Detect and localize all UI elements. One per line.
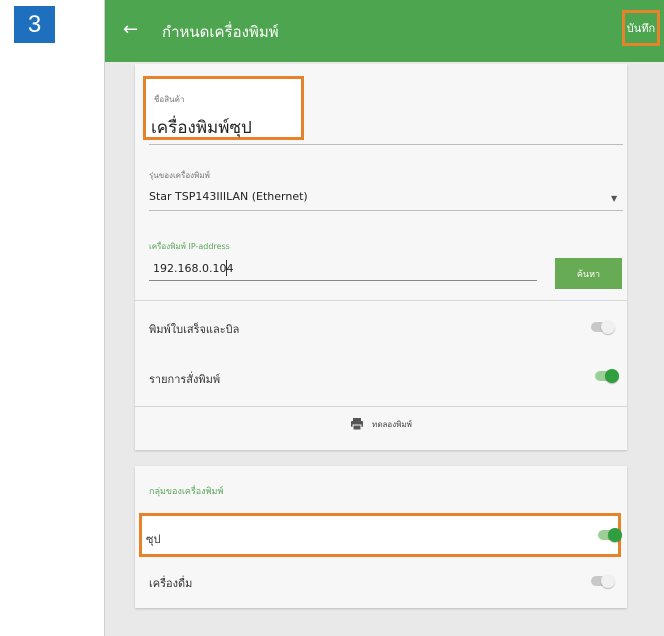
- text-cursor: [226, 260, 227, 276]
- switch-knob: [601, 320, 615, 334]
- group-soup-switch[interactable]: [598, 528, 622, 542]
- group-item-soup[interactable]: ซุป: [139, 513, 622, 557]
- search-button[interactable]: ค้นหา: [555, 258, 622, 289]
- product-name-label: ชื่อสินค้า: [154, 95, 185, 104]
- group-drinks-switch[interactable]: [591, 574, 615, 588]
- printer-model-label: รุ่นของเครื่องพิมพ์: [149, 171, 210, 180]
- group-item-drinks-label: เครื่องดื่ม: [149, 577, 193, 590]
- ip-address-input[interactable]: 192.168.0.104: [153, 262, 233, 275]
- switch-knob: [601, 574, 615, 588]
- ip-address-underline: [149, 280, 537, 281]
- save-button[interactable]: บันทึก: [622, 10, 660, 46]
- test-print-label: ทดลองพิมพ์: [372, 419, 412, 429]
- app-screen: ← กำหนดเครื่องพิมพ์ บันทึก ชื่อสินค้า เค…: [104, 0, 664, 636]
- app-bar: ← กำหนดเครื่องพิมพ์ บันทึก: [105, 0, 664, 62]
- order-toggle-label: รายการสั่งพิมพ์: [149, 373, 221, 386]
- receipt-toggle-label: พิมพ์ใบเสร็จและบิล: [149, 323, 240, 336]
- printer-model-select[interactable]: Star TSP143IIILAN (Ethernet): [149, 190, 308, 203]
- arrow-left-icon[interactable]: ←: [123, 18, 138, 42]
- printer-settings-card: ชื่อสินค้า เครื่องพิมพ์ซุป รุ่นของเครื่อ…: [135, 64, 627, 450]
- printer-groups-card: กลุ่มของเครื่องพิมพ์ ซุป เครื่องดื่ม: [135, 466, 627, 608]
- page-title: กำหนดเครื่องพิมพ์: [162, 23, 279, 41]
- ip-address-label: เครื่องพิมพ์ IP-address: [149, 242, 230, 251]
- group-item-label: ซุป: [146, 533, 161, 546]
- switch-knob: [605, 369, 619, 383]
- order-toggle-switch[interactable]: [595, 369, 619, 383]
- test-print-button[interactable]: ทดลองพิมพ์: [135, 406, 627, 442]
- printer-groups-header: กลุ่มของเครื่องพิมพ์: [149, 487, 224, 497]
- dropdown-arrow-icon[interactable]: ▼: [611, 194, 617, 203]
- receipt-toggle-switch[interactable]: [591, 320, 615, 334]
- product-name-value: เครื่องพิมพ์ซุป: [151, 118, 252, 138]
- product-name-underline: [149, 144, 623, 145]
- divider: [135, 300, 627, 301]
- printer-icon: [351, 418, 364, 431]
- printer-model-underline: [149, 210, 623, 211]
- switch-knob: [608, 528, 622, 542]
- step-number-badge: 3: [14, 6, 55, 43]
